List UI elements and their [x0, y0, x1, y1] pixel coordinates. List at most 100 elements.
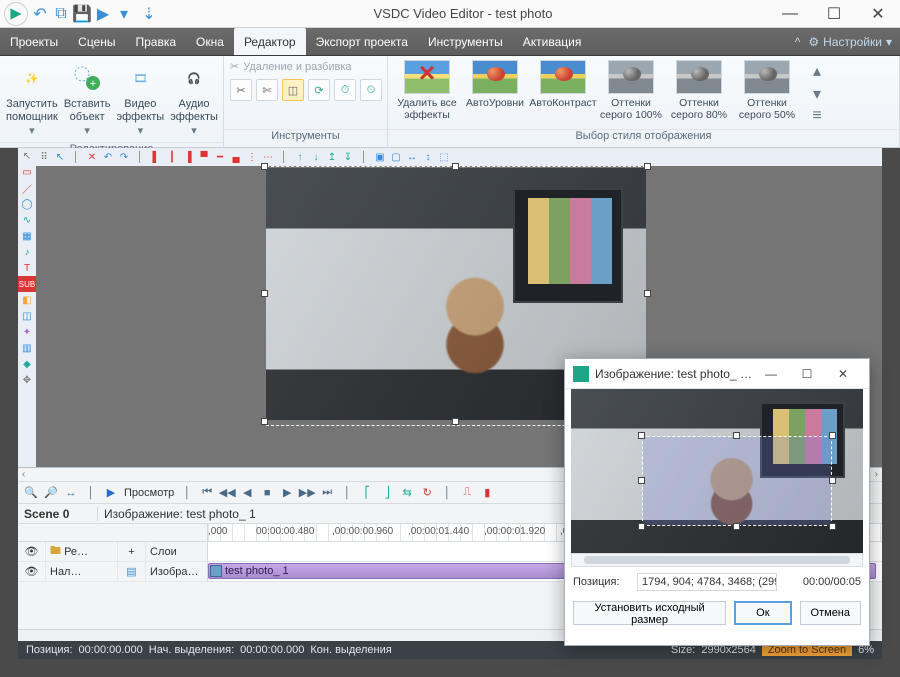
dialog-maximize-button[interactable]: ☐	[789, 367, 825, 381]
htool-same-icon[interactable]: ⬚	[436, 148, 452, 166]
btn-launch-wizard[interactable]: ✨Запустить помощник▾	[6, 60, 58, 138]
vtool-move-icon[interactable]: ✥	[18, 372, 36, 388]
vtool-audio-icon[interactable]: ♪	[18, 244, 36, 260]
htool-grip-icon[interactable]: ⠿	[36, 148, 52, 166]
vtool-image-icon[interactable]: ▦	[18, 228, 36, 244]
thumb-autocontrast[interactable]: АвтоКонтраст	[532, 60, 594, 129]
close-button[interactable]: ✕	[856, 0, 900, 28]
htool-distrib-v-icon[interactable]: ⋯	[260, 148, 276, 166]
htool-back-icon[interactable]: ↧	[340, 148, 356, 166]
htool-align-top-icon[interactable]: ▀	[196, 148, 212, 166]
htool-same-h-icon[interactable]: ↕	[420, 148, 436, 166]
undo-icon[interactable]: ↶	[31, 5, 49, 23]
tl-mark-in-icon[interactable]: ⎡	[358, 484, 376, 502]
vtool-chart-icon[interactable]: ◫	[18, 308, 36, 324]
tl-loop-icon[interactable]: ↻	[418, 484, 436, 502]
tl-mark-out-icon[interactable]: ⎦	[378, 484, 396, 502]
tl-snap-icon[interactable]: ⎍	[458, 484, 476, 502]
tl-zoomout-icon[interactable]: 🔍	[22, 484, 40, 502]
layer-icon[interactable]: ▤	[126, 565, 136, 578]
save-icon[interactable]: 💾	[73, 5, 91, 23]
tl-play-icon[interactable]: ▶	[102, 484, 120, 502]
style-more[interactable]: ▴▾≡	[812, 56, 826, 129]
htool-align-bot-icon[interactable]: ▄	[228, 148, 244, 166]
dialog-ok-button[interactable]: Ок	[734, 601, 791, 625]
htool-align-left-icon[interactable]: ▌	[148, 148, 164, 166]
tool-speed-icon[interactable]: ⏱	[334, 79, 356, 101]
thumb-gray80[interactable]: Оттенки серого 80%	[668, 60, 730, 129]
plus-icon[interactable]: +	[128, 546, 134, 558]
htool-align-center-icon[interactable]: ┃	[164, 148, 180, 166]
menu-windows[interactable]: Окна	[186, 28, 234, 55]
vtool-arrow-icon[interactable]: ↖	[18, 148, 36, 164]
htool-down-icon[interactable]: ↓	[308, 148, 324, 166]
vtool-counter-icon[interactable]: ▥	[18, 340, 36, 356]
app-logo[interactable]	[4, 2, 28, 26]
htool-align-right-icon[interactable]: ▐	[180, 148, 196, 166]
tool-crop-icon[interactable]: ◫	[282, 79, 304, 101]
tool-cut-icon[interactable]: ✂	[230, 79, 252, 101]
dialog-titlebar[interactable]: Изображение: test photo_ 1.... — ☐ ✕	[565, 359, 869, 389]
htool-ungroup-icon[interactable]: ▢	[388, 148, 404, 166]
vtool-anim-icon[interactable]: ✦	[18, 324, 36, 340]
tool-razor-icon[interactable]: ✄	[256, 79, 278, 101]
htool-up-icon[interactable]: ↑	[292, 148, 308, 166]
tl-goto-end-icon[interactable]: ⏭	[318, 484, 336, 502]
dialog-preview[interactable]	[571, 389, 863, 553]
tl-marker-icon[interactable]: ▮	[478, 484, 496, 502]
tl-stop-icon[interactable]: ■	[258, 484, 276, 502]
play-icon[interactable]: ▶	[94, 5, 112, 23]
vtool-sprite-icon[interactable]: ◆	[18, 356, 36, 372]
thumb-gray100[interactable]: Оттенки серого 100%	[600, 60, 662, 129]
tool-volume-icon[interactable]: ⏲	[360, 79, 382, 101]
tl-next-icon[interactable]: ▶▶	[298, 484, 316, 502]
menu-tools[interactable]: Инструменты	[418, 28, 513, 55]
dialog-scrollbar[interactable]	[571, 553, 863, 567]
tl-prevframe-icon[interactable]: ◀	[238, 484, 256, 502]
dialog-close-button[interactable]: ✕	[825, 367, 861, 381]
htool-front-icon[interactable]: ↥	[324, 148, 340, 166]
menu-settings[interactable]: ^ ⚙ Настройки ▾	[795, 28, 900, 55]
htool-group-icon[interactable]: ▣	[372, 148, 388, 166]
minimize-button[interactable]: —	[768, 0, 812, 28]
eye-icon[interactable]: 👁	[25, 565, 39, 578]
vtool-ellipse-icon[interactable]: ◯	[18, 196, 36, 212]
tl-nextframe-icon[interactable]: ▶	[278, 484, 296, 502]
btn-audio-effects[interactable]: 🎧Аудио эффекты▾	[170, 60, 218, 138]
btn-video-effects[interactable]: 🎞Видео эффекты▾	[116, 60, 164, 138]
vtool-free-icon[interactable]: ∿	[18, 212, 36, 228]
htool-align-mid-icon[interactable]: ━	[212, 148, 228, 166]
dialog-crop-selection[interactable]	[643, 437, 831, 525]
thumb-gray50[interactable]: Оттенки серого 50%	[736, 60, 798, 129]
menu-edit[interactable]: Правка	[126, 28, 187, 55]
scene-label[interactable]: Scene 0	[18, 507, 98, 521]
vtool-tooltip-icon[interactable]: ◧	[18, 292, 36, 308]
htool-cursor-icon[interactable]: ↖	[52, 148, 68, 166]
tl-prev-icon[interactable]: ◀◀	[218, 484, 236, 502]
tl-fit-icon[interactable]: ↔	[62, 484, 80, 502]
menu-editor[interactable]: Редактор	[234, 28, 306, 55]
htool-redo-icon[interactable]: ↷	[116, 148, 132, 166]
tl-goto-start-icon[interactable]: ⏮	[198, 484, 216, 502]
menu-projects[interactable]: Проекты	[0, 28, 68, 55]
dialog-original-size-button[interactable]: Установить исходный размер	[573, 601, 726, 625]
htool-same-w-icon[interactable]: ↔	[404, 148, 420, 166]
thumb-remove-effects[interactable]: Удалить все эффекты	[396, 60, 458, 129]
qat-customize-icon[interactable]: ⇣	[140, 5, 158, 23]
menu-activation[interactable]: Активация	[513, 28, 592, 55]
dialog-cancel-button[interactable]: Отмена	[800, 601, 861, 625]
vtool-rect-icon[interactable]: ▭	[18, 164, 36, 180]
menu-scenes[interactable]: Сцены	[68, 28, 125, 55]
qat-dropdown-icon[interactable]: ▾	[115, 5, 133, 23]
tool-rotate-icon[interactable]: ⟳	[308, 79, 330, 101]
htool-delete-icon[interactable]: ✕	[84, 148, 100, 166]
tl-link-icon[interactable]: ⇆	[398, 484, 416, 502]
tl-zoomin-icon[interactable]: 🔎	[42, 484, 60, 502]
copy-icon[interactable]: ⧉	[52, 5, 70, 23]
dialog-minimize-button[interactable]: —	[753, 367, 789, 381]
dialog-position-field[interactable]: 1794, 904; 4784, 3468; (2990;	[637, 573, 777, 591]
htool-distrib-h-icon[interactable]: ⋮	[244, 148, 260, 166]
vtool-subtitle-icon[interactable]: SUB	[18, 276, 36, 292]
vtool-text-icon[interactable]: T	[18, 260, 36, 276]
vtool-line-icon[interactable]: ／	[18, 180, 36, 196]
